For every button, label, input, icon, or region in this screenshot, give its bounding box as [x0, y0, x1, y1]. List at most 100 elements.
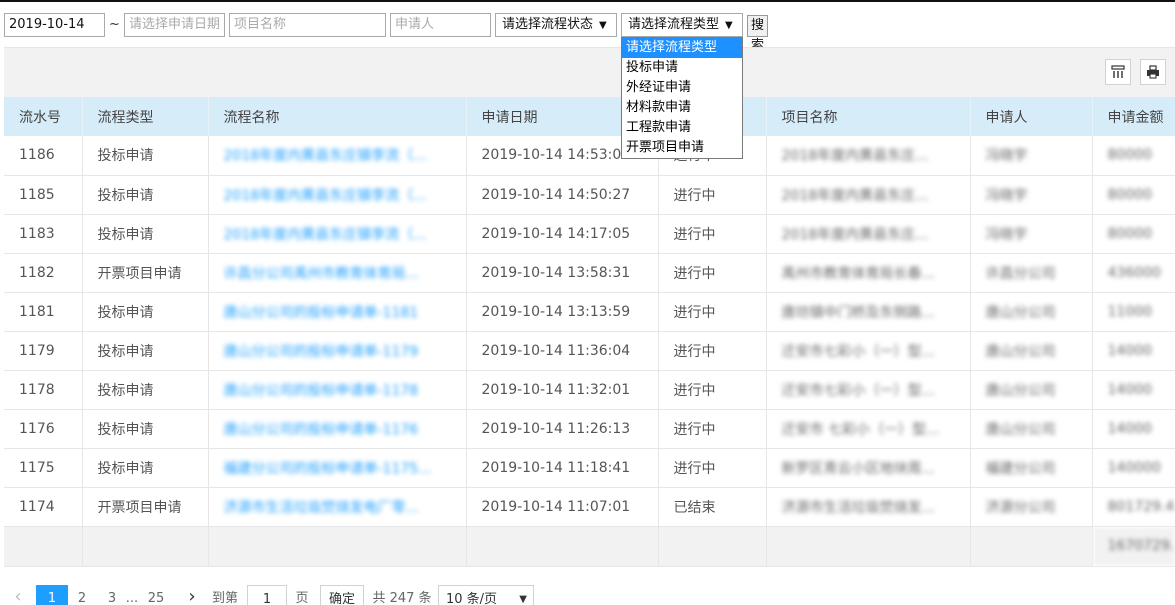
cell-serial: 1178: [4, 370, 83, 410]
cell-applicant: 冯晓宇: [970, 136, 1093, 176]
dropdown-option[interactable]: 外经证申请: [622, 78, 742, 98]
cell-amount: 14000: [1092, 370, 1175, 410]
goto-label: 到第: [211, 591, 238, 605]
table-row[interactable]: 1178 投标申请 唐山分公司的投标申请单-1178 2019-10-14 11:32…: [4, 370, 1175, 410]
cell-status: 进行中: [658, 409, 767, 449]
goto-confirm-button[interactable]: 确定: [320, 585, 364, 605]
cell-amount: 80000: [1092, 175, 1175, 215]
total-count: 共 247 条: [372, 591, 432, 605]
applicant-input[interactable]: 申请人: [390, 13, 491, 37]
cell-name[interactable]: 唐山分公司的投标申请单-1179: [208, 331, 467, 371]
cell-status: 进行中: [658, 175, 767, 215]
table-row[interactable]: 1175 投标申请 福建分公司的投标申请单-1175... 2019-10-14 11…: [4, 448, 1175, 488]
page-button-current[interactable]: 1: [36, 585, 68, 605]
cell-type: 投标申请: [82, 175, 209, 215]
cell-applicant: 唐山分公司: [970, 331, 1093, 371]
type-dropdown-list: 请选择流程类型 投标申请 外经证申请 材料款申请 工程款申请 开票项目申请: [621, 37, 743, 159]
page-button-last[interactable]: 25: [144, 585, 168, 605]
summary-cell: [466, 526, 659, 567]
cell-applicant: 冯晓宇: [970, 175, 1093, 215]
cell-name[interactable]: 济源市生活垃圾焚烧发电厂零...: [208, 487, 467, 527]
cell-type: 开票项目申请: [82, 487, 209, 527]
table-row[interactable]: 1186 投标申请 2018年度内黄县东庄镇李流（... 2019-10-14 14:…: [4, 136, 1175, 176]
goto-page-input[interactable]: 1: [247, 585, 287, 605]
cell-serial: 1185: [4, 175, 83, 215]
summary-cell: [208, 526, 467, 567]
cell-project: 2018年度内黄县东庄...: [766, 136, 971, 176]
cell-status: 进行中: [658, 448, 767, 488]
cell-name[interactable]: 2018年度内黄县东庄镇李流（...: [208, 214, 467, 254]
dropdown-option[interactable]: 投标申请: [622, 58, 742, 78]
dropdown-option[interactable]: 工程款申请: [622, 118, 742, 138]
col-header-amount[interactable]: 申请金额: [1092, 97, 1175, 136]
cell-project: 唐坊镇中门桥及东侧路...: [766, 292, 971, 332]
cell-status: 进行中: [658, 331, 767, 371]
date-start-input[interactable]: 2019-10-14: [4, 13, 105, 37]
dropdown-option[interactable]: 材料款申请: [622, 98, 742, 118]
col-header-project[interactable]: 项目名称: [766, 97, 971, 136]
cell-serial: 1182: [4, 253, 83, 293]
table-row[interactable]: 1181 投标申请 唐山分公司的投标申请单-1181 2019-10-14 13:13…: [4, 292, 1175, 332]
page-size-select[interactable]: 10 条/页 ▼: [438, 585, 534, 605]
cell-name[interactable]: 唐山分公司的投标申请单-1178: [208, 370, 467, 410]
print-icon[interactable]: [1140, 59, 1166, 85]
cell-type: 投标申请: [82, 331, 209, 371]
chevron-down-icon: ▼: [725, 20, 733, 31]
cell-date: 2019-10-14 11:26:13: [466, 409, 659, 449]
cell-status: 已结束: [658, 487, 767, 527]
columns-icon[interactable]: [1105, 59, 1131, 85]
cell-serial: 1181: [4, 292, 83, 332]
cell-amount: 140000: [1092, 448, 1175, 488]
table-row[interactable]: 1176 投标申请 唐山分公司的投标申请单-1176 2019-10-14 11:26…: [4, 409, 1175, 449]
cell-type: 开票项目申请: [82, 253, 209, 293]
cell-type: 投标申请: [82, 136, 209, 176]
cell-serial: 1183: [4, 214, 83, 254]
summary-cell: [4, 526, 83, 567]
cell-amount: 801729.4: [1092, 487, 1175, 527]
cell-name[interactable]: 福建分公司的投标申请单-1175...: [208, 448, 467, 488]
cell-date: 2019-10-14 11:18:41: [466, 448, 659, 488]
cell-project: 新罗区青云小区地块周...: [766, 448, 971, 488]
cell-name[interactable]: 许昌分公司禹州市教育体育局...: [208, 253, 467, 293]
dropdown-option[interactable]: 开票项目申请: [622, 138, 742, 158]
cell-project: 2018年度内黄县东庄...: [766, 175, 971, 215]
summary-cell: [970, 526, 1093, 567]
cell-amount: 14000: [1092, 409, 1175, 449]
summary-cell: [658, 526, 767, 567]
cell-name[interactable]: 唐山分公司的投标申请单-1176: [208, 409, 467, 449]
cell-name[interactable]: 唐山分公司的投标申请单-1181: [208, 292, 467, 332]
table-row[interactable]: 1179 投标申请 唐山分公司的投标申请单-1179 2019-10-14 11:36…: [4, 331, 1175, 371]
cell-type: 投标申请: [82, 409, 209, 449]
summary-row: 1670729.4: [4, 526, 1175, 567]
search-button[interactable]: 搜索: [747, 15, 769, 53]
cell-amount: 436000: [1092, 253, 1175, 293]
process-table: 流水号 流程类型 流程名称 申请日期 状态 项目名称 申请人 申请金额 1186…: [4, 97, 1175, 567]
dropdown-option[interactable]: 请选择流程类型: [622, 38, 742, 58]
cell-name[interactable]: 2018年度内黄县东庄镇李流（...: [208, 136, 467, 176]
cell-date: 2019-10-14 11:32:01: [466, 370, 659, 410]
summary-cell: [766, 526, 971, 567]
date-end-input[interactable]: 请选择申请日期: [124, 13, 225, 37]
status-select[interactable]: 请选择流程状态 ▼: [495, 13, 617, 37]
table-row[interactable]: 1183 投标申请 2018年度内黄县东庄镇李流（... 2019-10-14 14:…: [4, 214, 1175, 254]
total-amount: 1670729.4: [1092, 526, 1175, 567]
col-header-serial[interactable]: 流水号: [4, 97, 83, 136]
page-button[interactable]: 3: [102, 585, 122, 605]
col-header-name[interactable]: 流程名称: [208, 97, 467, 136]
prev-page-icon[interactable]: ‹: [8, 585, 28, 605]
table-row[interactable]: 1182 开票项目申请 许昌分公司禹州市教育体育局... 2019-10-14 13:…: [4, 253, 1175, 293]
next-page-icon[interactable]: ›: [182, 585, 202, 605]
type-select-value: 请选择流程类型: [628, 17, 720, 32]
type-select[interactable]: 请选择流程类型 ▼: [621, 13, 743, 37]
cell-applicant: 冯晓宇: [970, 214, 1093, 254]
cell-name[interactable]: 2018年度内黄县东庄镇李流（...: [208, 175, 467, 215]
table-row[interactable]: 1174 开票项目申请 济源市生活垃圾焚烧发电厂零... 2019-10-14 11:…: [4, 487, 1175, 527]
chevron-down-icon: ▼: [599, 20, 607, 31]
col-header-type[interactable]: 流程类型: [82, 97, 209, 136]
table-row[interactable]: 1185 投标申请 2018年度内黄县东庄镇李流（... 2019-10-14 14:…: [4, 175, 1175, 215]
col-header-applicant[interactable]: 申请人: [970, 97, 1093, 136]
page-button[interactable]: 2: [72, 585, 92, 605]
project-name-input[interactable]: 项目名称: [229, 13, 386, 37]
cell-applicant: 唐山分公司: [970, 370, 1093, 410]
date-range-separator: ~: [109, 17, 120, 32]
